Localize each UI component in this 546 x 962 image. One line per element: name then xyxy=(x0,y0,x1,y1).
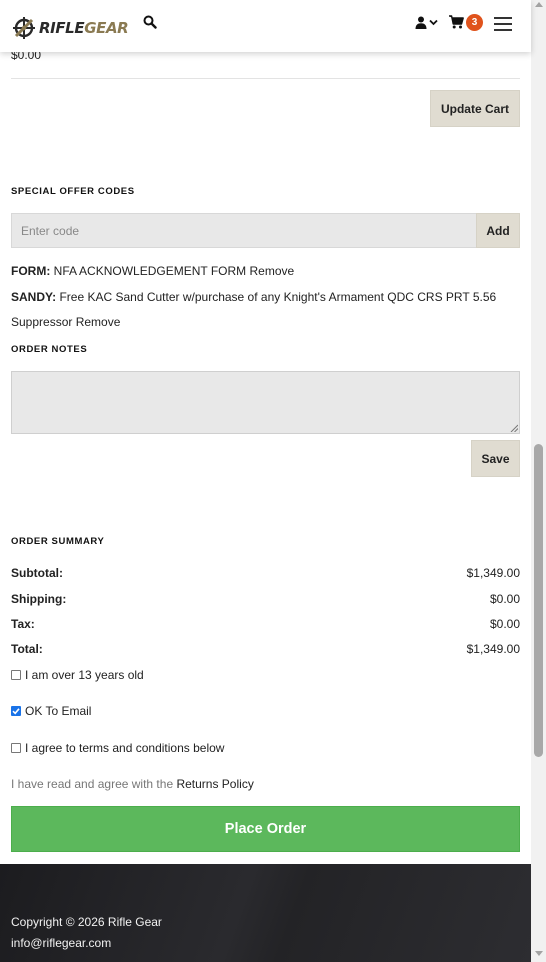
checkmark-icon xyxy=(12,708,20,715)
email-checkbox[interactable] xyxy=(11,706,21,716)
applied-code-sandy: SANDY: Free KAC Sand Cutter w/purchase o… xyxy=(11,290,496,304)
hamburger-menu-button[interactable] xyxy=(494,17,512,31)
terms-checkbox-label: I agree to terms and conditions below xyxy=(25,741,225,755)
scrollbar-thumb[interactable] xyxy=(534,444,543,757)
applied-code-sandy-cont: Suppressor Remove xyxy=(11,315,120,329)
policy-agreement: I have read and agree with the Returns P… xyxy=(11,777,254,791)
special-offer-title: SPECIAL OFFER CODES xyxy=(11,186,135,197)
logo-rifle: RIFLE xyxy=(39,19,85,37)
logo-gear: GEAR xyxy=(84,19,129,37)
chevron-down-icon xyxy=(429,19,438,25)
applied-code-description: Free KAC Sand Cutter w/purchase of any K… xyxy=(59,290,497,304)
policy-text: I have read and agree with the xyxy=(11,777,177,791)
order-notes-title: ORDER NOTES xyxy=(11,344,88,355)
shipping-value: $0.00 xyxy=(489,592,520,606)
tax-value: $0.00 xyxy=(489,617,520,631)
hamburger-menu-icon xyxy=(494,17,512,19)
remove-code-link[interactable]: Remove xyxy=(249,264,294,278)
age-checkbox-row[interactable]: I am over 13 years old xyxy=(11,668,144,682)
site-header: RIFLEGEAR 3 xyxy=(0,0,531,52)
crosshair-logo-icon xyxy=(13,17,35,39)
terms-checkbox[interactable] xyxy=(11,743,21,753)
order-summary-title: ORDER SUMMARY xyxy=(11,536,105,547)
order-notes-textarea[interactable] xyxy=(11,371,520,434)
returns-policy-link[interactable]: Returns Policy xyxy=(176,777,253,791)
applied-code-label: SANDY: xyxy=(11,290,57,304)
search-icon xyxy=(143,15,157,29)
divider xyxy=(11,78,520,79)
cart-count-badge: 3 xyxy=(466,14,483,31)
resize-grip-icon[interactable] xyxy=(510,424,518,432)
tax-label: Tax: xyxy=(11,617,35,631)
cart-icon xyxy=(449,15,464,29)
search-button[interactable] xyxy=(143,15,157,29)
shipping-label: Shipping: xyxy=(11,592,67,606)
applied-code-label: FORM: xyxy=(11,264,51,278)
save-notes-button[interactable]: Save xyxy=(471,440,520,477)
site-footer: Copyright © 2026 Rifle Gear info@riflege… xyxy=(0,864,531,962)
total-value: $1,349.00 xyxy=(466,642,520,656)
user-icon xyxy=(415,16,427,29)
scroll-down-arrow-icon[interactable] xyxy=(535,951,543,956)
cart-button[interactable]: 3 xyxy=(449,14,485,32)
hamburger-bar xyxy=(494,29,512,31)
applied-code-description-cont: Suppressor xyxy=(11,315,73,329)
hamburger-bar xyxy=(494,23,512,25)
total-label: Total: xyxy=(11,642,43,656)
offer-code-input[interactable] xyxy=(11,213,477,248)
site-logo[interactable]: RIFLEGEAR xyxy=(12,14,129,42)
applied-code-description: NFA ACKNOWLEDGEMENT FORM xyxy=(53,264,247,278)
email-checkbox-label: OK To Email xyxy=(25,704,92,718)
logo-wordmark: RIFLEGEAR xyxy=(39,19,129,37)
applied-code-form: FORM: NFA ACKNOWLEDGEMENT FORM Remove xyxy=(11,264,294,278)
account-menu-button[interactable] xyxy=(415,15,439,29)
subtotal-label: Subtotal: xyxy=(11,566,63,580)
place-order-button[interactable]: Place Order xyxy=(11,806,520,852)
add-code-button[interactable]: Add xyxy=(476,213,520,248)
subtotal-value: $1,349.00 xyxy=(466,566,520,580)
age-checkbox[interactable] xyxy=(11,670,21,680)
age-checkbox-label: I am over 13 years old xyxy=(25,668,144,682)
email-checkbox-row[interactable]: OK To Email xyxy=(11,704,91,718)
footer-email-link[interactable]: info@riflegear.com xyxy=(11,936,111,950)
copyright-text: Copyright © 2026 Rifle Gear xyxy=(11,915,162,929)
remove-code-link[interactable]: Remove xyxy=(76,315,121,329)
update-cart-button[interactable]: Update Cart xyxy=(430,90,520,127)
scroll-up-arrow-icon[interactable] xyxy=(535,2,543,7)
terms-checkbox-row[interactable]: I agree to terms and conditions below xyxy=(11,741,224,755)
